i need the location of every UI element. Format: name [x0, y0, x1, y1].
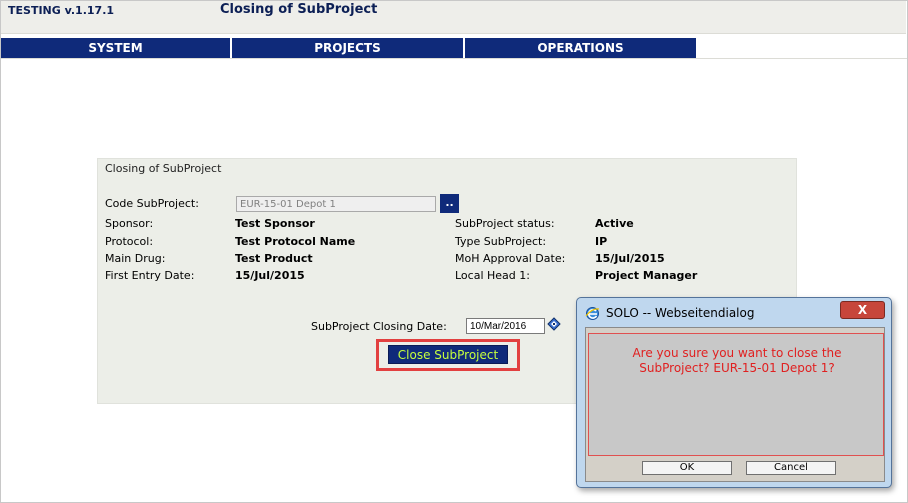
nav-item-projects[interactable]: PROJECTS	[232, 38, 465, 59]
dialog-title: SOLO -- Webseitendialog	[606, 306, 755, 320]
nav-divider	[1, 58, 907, 59]
subproject-status-value: Active	[595, 217, 634, 230]
nav-item-system[interactable]: SYSTEM	[1, 38, 232, 59]
page-title: Closing of SubProject	[220, 2, 378, 17]
main-nav: SYSTEM PROJECTS OPERATIONS	[1, 38, 698, 59]
subproject-status-label: SubProject status:	[455, 217, 555, 230]
protocol-value: Test Protocol Name	[235, 235, 356, 248]
closing-date-label: SubProject Closing Date:	[311, 320, 447, 333]
main-drug-value: Test Product	[235, 252, 313, 265]
moh-approval-date-label: MoH Approval Date:	[455, 252, 566, 265]
dialog-message: Are you sure you want to close the SubPr…	[589, 346, 885, 376]
calendar-icon[interactable]	[547, 317, 561, 331]
dialog-message-line2: SubProject? EUR-15-01 Depot 1?	[639, 361, 835, 375]
type-subproject-value: IP	[595, 235, 608, 248]
nav-item-operations[interactable]: OPERATIONS	[465, 38, 698, 59]
sponsor-value: Test Sponsor	[235, 217, 315, 230]
closing-date-input[interactable]	[466, 318, 545, 334]
first-entry-date-label: First Entry Date:	[105, 269, 195, 282]
dialog-message-box: Are you sure you want to close the SubPr…	[588, 333, 884, 456]
main-drug-label: Main Drug:	[105, 252, 166, 265]
local-head-value: Project Manager	[595, 269, 698, 282]
code-subproject-label: Code SubProject:	[105, 197, 199, 210]
local-head-label: Local Head 1:	[455, 269, 530, 282]
cancel-button[interactable]: Cancel	[746, 461, 836, 475]
app-header: TESTING v.1.17.1 Closing of SubProject	[1, 1, 906, 34]
browser-icon	[585, 306, 600, 321]
moh-approval-date-value: 15/Jul/2015	[595, 252, 665, 265]
type-subproject-label: Type SubProject:	[455, 235, 547, 248]
app-version: TESTING v.1.17.1	[8, 4, 115, 17]
confirm-dialog: SOLO -- Webseitendialog X Are you sure y…	[576, 297, 892, 488]
code-subproject-input[interactable]	[236, 196, 436, 212]
dialog-body: Are you sure you want to close the SubPr…	[585, 327, 885, 482]
sponsor-label: Sponsor:	[105, 217, 154, 230]
form-title: Closing of SubProject	[105, 162, 222, 175]
ok-button[interactable]: OK	[642, 461, 732, 475]
dialog-message-line1: Are you sure you want to close the	[632, 346, 842, 360]
dialog-close-button[interactable]: X	[840, 301, 885, 319]
protocol-label: Protocol:	[105, 235, 154, 248]
first-entry-date-value: 15/Jul/2015	[235, 269, 305, 282]
close-subproject-button[interactable]: Close SubProject	[388, 345, 508, 364]
lookup-button[interactable]: ..	[440, 194, 459, 213]
